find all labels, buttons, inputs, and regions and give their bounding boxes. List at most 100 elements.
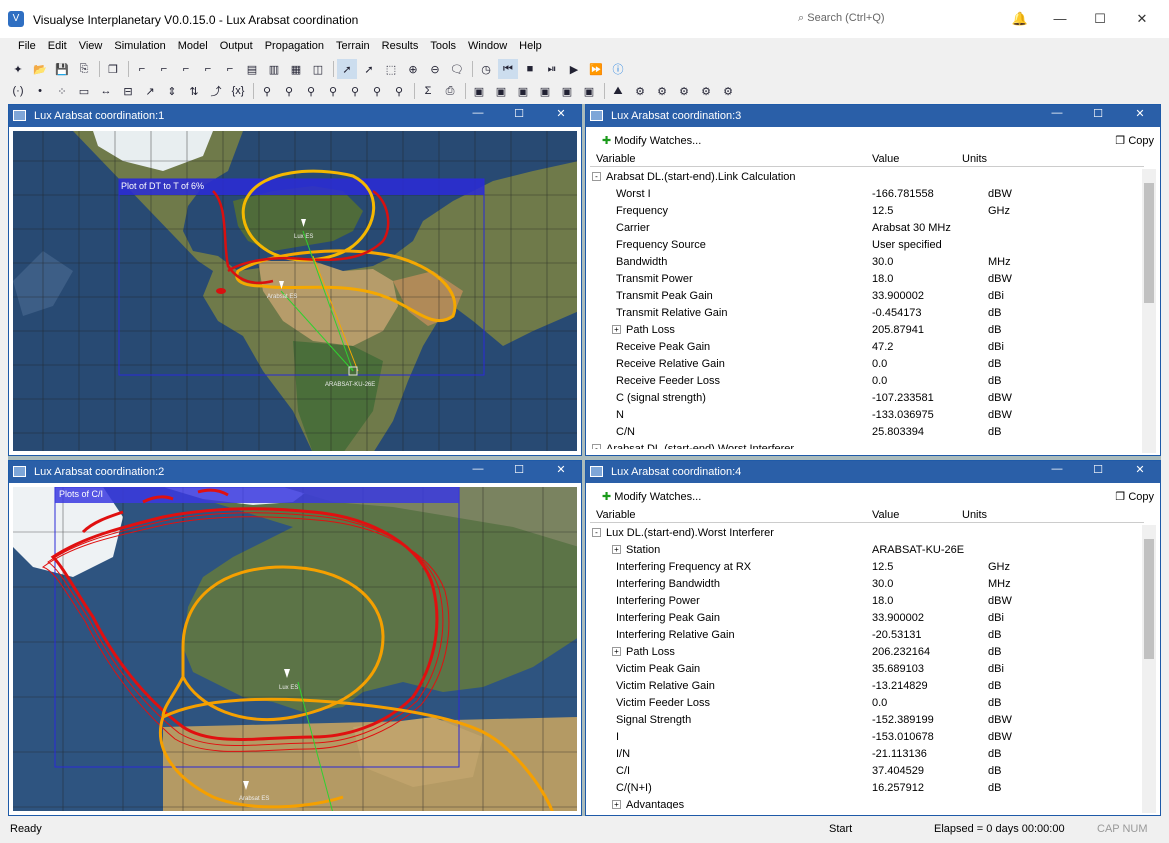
watch-row[interactable]: C/(N+I) 16.257912 dB — [590, 780, 1138, 797]
maximize-button[interactable]: ☐ — [1087, 463, 1109, 476]
info-icon[interactable]: ⓘ — [608, 59, 628, 79]
start-icon[interactable]: ⏮ — [498, 59, 518, 79]
close-button[interactable]: ✕ — [550, 107, 572, 120]
watch-row[interactable]: Bandwidth 30.0 MHz — [590, 254, 1138, 271]
tool-b-icon[interactable]: ⚲ — [279, 81, 299, 101]
expand-icon[interactable]: + — [612, 545, 621, 554]
watch-row[interactable]: Interfering Power 18.0 dBW — [590, 593, 1138, 610]
watch-row[interactable]: Receive Peak Gain 47.2 dBi — [590, 339, 1138, 356]
watch-row[interactable]: C/I 37.404529 dB — [590, 763, 1138, 780]
define-link-icon[interactable]: ⌐ — [154, 59, 174, 79]
watch-row[interactable]: + Path Loss 206.232164 dB — [590, 644, 1138, 661]
define-station-icon[interactable]: ⌐ — [132, 59, 152, 79]
tool-h-icon[interactable]: ⚙ — [630, 81, 650, 101]
message-icon[interactable]: 🗨 — [447, 59, 467, 79]
minimize-button[interactable]: — — [467, 107, 489, 119]
segment-icon[interactable]: ▭ — [74, 81, 94, 101]
map-pane-1[interactable]: Lux Arabsat coordination:1 — ☐ ✕ Plot of… — [8, 104, 582, 456]
map-view[interactable]: Plot of DT to T of 6% Lux ES Arabsat ES … — [13, 131, 577, 451]
watch-row[interactable]: Victim Peak Gain 35.689103 dBi — [590, 661, 1138, 678]
expand-icon[interactable]: + — [612, 325, 621, 334]
copy-button[interactable]: ❐ Copy — [1115, 490, 1154, 503]
menu-item-model[interactable]: Model — [172, 38, 214, 54]
chart-d-icon[interactable]: ▣ — [535, 81, 555, 101]
grid-points-icon[interactable]: ⁘ — [52, 81, 72, 101]
collapse-icon[interactable]: - — [592, 444, 601, 449]
define-watch-icon[interactable]: ▦ — [286, 59, 306, 79]
col-value[interactable]: Value — [872, 153, 899, 165]
watch-row[interactable]: Interfering Frequency at RX 12.5 GHz — [590, 559, 1138, 576]
col-variable[interactable]: Variable — [596, 509, 636, 521]
minimize-button[interactable]: — — [1046, 107, 1068, 119]
watch-row[interactable]: Frequency Source User specified — [590, 237, 1138, 254]
watch-row[interactable]: + Advantages — [590, 797, 1138, 809]
stop-icon[interactable]: ■ — [520, 59, 540, 79]
maximize-button[interactable]: ☐ — [508, 463, 530, 476]
define-map-icon[interactable]: ◫ — [308, 59, 328, 79]
report-icon[interactable]: ⎙ — [440, 81, 460, 101]
watch-row[interactable]: Transmit Peak Gain 33.900002 dBi — [590, 288, 1138, 305]
clock-icon[interactable]: ◷ — [476, 59, 496, 79]
chart-c-icon[interactable]: ▣ — [513, 81, 533, 101]
copy-button[interactable]: ❐ Copy — [1115, 134, 1154, 147]
search-box[interactable]: ⌕ Search (Ctrl+Q) — [798, 12, 885, 25]
define-terrain-icon[interactable]: ▤ — [242, 59, 262, 79]
watch-row[interactable]: Interfering Relative Gain -20.53131 dB — [590, 627, 1138, 644]
watch-row[interactable]: Interfering Bandwidth 30.0 MHz — [590, 576, 1138, 593]
fast-forward-icon[interactable]: ⏩ — [586, 59, 606, 79]
col-value[interactable]: Value — [872, 509, 899, 521]
broadcast-icon[interactable]: (·) — [8, 81, 28, 101]
col-variable[interactable]: Variable — [596, 153, 636, 165]
zoom-in-icon[interactable]: ⊕ — [403, 59, 423, 79]
notification-bell-icon[interactable]: 🔔 — [1003, 8, 1037, 30]
close-button[interactable]: ✕ — [1129, 107, 1151, 120]
step-icon[interactable]: ⏯ — [542, 59, 562, 79]
save-icon[interactable]: 💾 — [52, 59, 72, 79]
menu-item-propagation[interactable]: Propagation — [259, 38, 330, 54]
watch-row[interactable]: + Station ARABSAT-KU-26E — [590, 542, 1138, 559]
arrow-icon[interactable]: ↗ — [140, 81, 160, 101]
map-pane-2[interactable]: Lux Arabsat coordination:2 — ☐ ✕ Plots o… — [8, 460, 582, 816]
variable-icon[interactable]: {x} — [228, 81, 248, 101]
watch-row[interactable]: Worst I -166.781558 dBW — [590, 186, 1138, 203]
zoom-out-icon[interactable]: ⊖ — [425, 59, 445, 79]
watch-row[interactable]: Frequency 12.5 GHz — [590, 203, 1138, 220]
select-rect-icon[interactable]: ⬚ — [381, 59, 401, 79]
tool-f-icon[interactable]: ⚲ — [367, 81, 387, 101]
watch-row[interactable]: - Arabsat DL.(start-end).Link Calculation — [590, 169, 1138, 186]
menu-item-simulation[interactable]: Simulation — [108, 38, 171, 54]
select-pointer-icon[interactable]: ➚ — [337, 59, 357, 79]
branch-icon[interactable]: ⤴ — [206, 81, 226, 101]
watch-row[interactable]: + Path Loss 205.87941 dB — [590, 322, 1138, 339]
watch-row[interactable]: Victim Feeder Loss 0.0 dB — [590, 695, 1138, 712]
menu-item-output[interactable]: Output — [214, 38, 259, 54]
tool-l-icon[interactable]: ⚙ — [718, 81, 738, 101]
run-icon[interactable]: ▶ — [564, 59, 584, 79]
define-carrier-icon[interactable]: ⌐ — [176, 59, 196, 79]
menu-item-window[interactable]: Window — [462, 38, 513, 54]
watch-row[interactable]: Transmit Relative Gain -0.454173 dB — [590, 305, 1138, 322]
watch-pane-4[interactable]: Lux Arabsat coordination:4 — ☐ ✕ ✚ Modif… — [585, 460, 1161, 816]
menu-item-view[interactable]: View — [73, 38, 109, 54]
tool-g-icon[interactable]: ⚲ — [389, 81, 409, 101]
tool-e-icon[interactable]: ⚲ — [345, 81, 365, 101]
menu-item-results[interactable]: Results — [376, 38, 425, 54]
expand-icon[interactable]: + — [612, 647, 621, 656]
chart-e-icon[interactable]: ▣ — [557, 81, 577, 101]
watch-row[interactable]: Signal Strength -152.389199 dBW — [590, 712, 1138, 729]
watch-row[interactable]: Carrier Arabsat 30 MHz — [590, 220, 1138, 237]
scrollbar[interactable] — [1142, 169, 1156, 453]
menu-item-edit[interactable]: Edit — [42, 38, 73, 54]
close-button[interactable]: ✕ — [1125, 8, 1159, 30]
define-interference-icon[interactable]: ▥ — [264, 59, 284, 79]
watch-list[interactable]: - Arabsat DL.(start-end).Link Calculation… — [590, 169, 1138, 449]
watch-row[interactable]: Transmit Power 18.0 dBW — [590, 271, 1138, 288]
watch-row[interactable]: N -133.036975 dBW — [590, 407, 1138, 424]
tool-k-icon[interactable]: ⚙ — [696, 81, 716, 101]
watch-row[interactable]: - Lux DL.(start-end).Worst Interferer — [590, 525, 1138, 542]
tool-d-icon[interactable]: ⚲ — [323, 81, 343, 101]
vertical-arrow-icon[interactable]: ⇕ — [162, 81, 182, 101]
watch-row[interactable]: Victim Relative Gain -13.214829 dB — [590, 678, 1138, 695]
watch-row[interactable]: C/N 25.803394 dB — [590, 424, 1138, 441]
watch-row[interactable]: Interfering Peak Gain 33.900002 dBi — [590, 610, 1138, 627]
